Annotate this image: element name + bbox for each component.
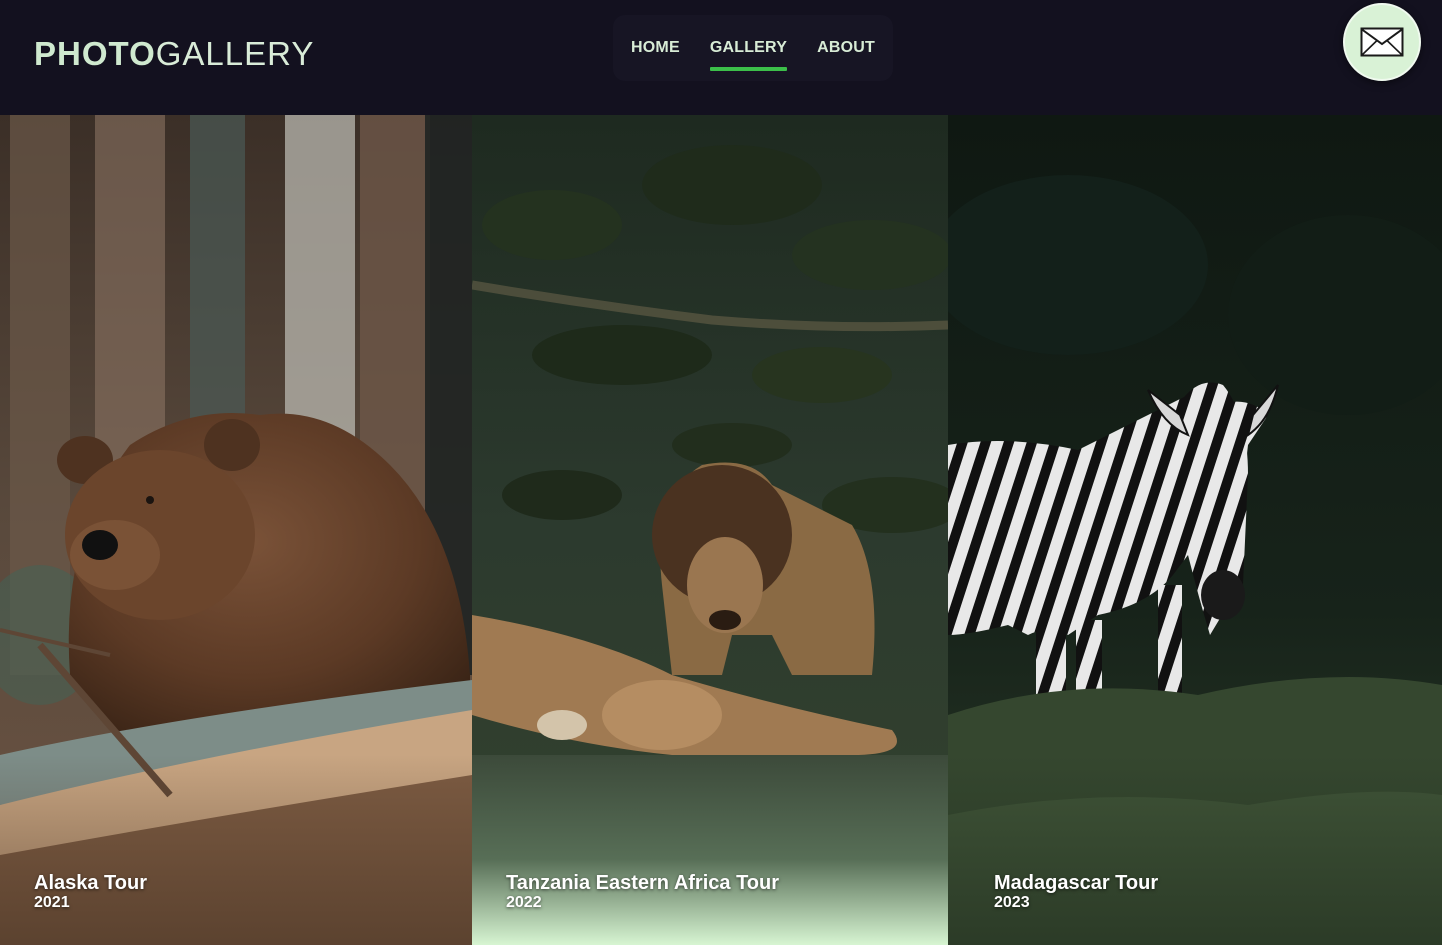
nav-home-link[interactable]: HOME [631, 33, 680, 63]
top-header: PHOTOGALLERY HOME GALLERY ABOUT [0, 0, 1442, 115]
envelope-icon [1360, 27, 1404, 57]
bear-photo [0, 115, 472, 945]
main-nav: HOME GALLERY ABOUT [613, 15, 893, 81]
gallery-grid: Alaska Tour 2021 Tanzania Eastern Africa… [0, 115, 1442, 945]
card-year: 2023 [994, 894, 1030, 911]
gallery-card-madagascar[interactable]: Madagascar Tour 2023 [948, 115, 1442, 945]
card-title: Alaska Tour [34, 872, 147, 894]
gallery-card-tanzania[interactable]: Tanzania Eastern Africa Tour 2022 [472, 115, 948, 945]
card-title: Madagascar Tour [994, 872, 1159, 894]
card-title: Tanzania Eastern Africa Tour [506, 872, 780, 894]
card-year: 2021 [34, 894, 70, 911]
zebra-photo [948, 115, 1442, 945]
card-caption: Alaska Tour 2021 [34, 872, 147, 912]
gallery-card-alaska[interactable]: Alaska Tour 2021 [0, 115, 472, 945]
card-caption: Tanzania Eastern Africa Tour 2022 [506, 872, 779, 912]
site-logo[interactable]: PHOTOGALLERY [34, 34, 314, 74]
logo-light-text: GALLERY [155, 35, 315, 72]
nav-about-link[interactable]: ABOUT [817, 33, 875, 63]
logo-bold-text: PHOTO [34, 35, 156, 72]
card-year: 2022 [506, 894, 542, 911]
nav-gallery-link[interactable]: GALLERY [709, 33, 788, 71]
contact-mail-button[interactable] [1343, 3, 1421, 81]
card-caption: Madagascar Tour 2023 [994, 872, 1158, 912]
lion-photo [472, 115, 948, 945]
